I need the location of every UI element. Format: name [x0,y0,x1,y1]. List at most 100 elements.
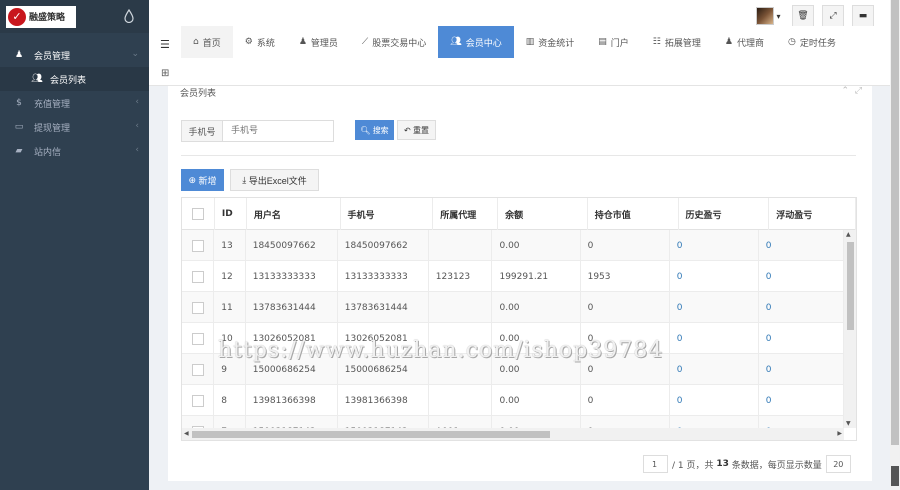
fullscreen-icon[interactable]: ⤢ [822,5,844,27]
gear-icon: ⚙ [244,37,253,47]
row-checkbox[interactable] [191,363,204,376]
sidebar-item-withdraw[interactable]: ▭ 提现管理 ‹ [0,115,149,139]
chevron-left-icon: ‹ [135,145,139,155]
add-button-label: 新增 [198,175,217,186]
search-button[interactable]: 🔍︎ 搜索 [355,120,394,140]
table-cell[interactable]: 0 [759,261,844,292]
sidebar-item-member-management[interactable]: ♟ 会员管理 ⌄ [0,43,149,67]
water-drop-icon[interactable] [124,9,134,23]
person-icon: ♟ [724,37,733,47]
tab-stock-trading[interactable]: ⟋ 股票交易中心 [350,26,438,58]
table-cell[interactable]: 0 [759,230,844,261]
sidebar-item-recharge[interactable]: $ 充值管理 ‹ [0,91,149,115]
sidebar-item-label: 提现管理 [34,123,71,134]
page-size-select[interactable]: 20 [825,455,851,473]
column-header[interactable]: 浮动盈亏 [769,198,856,230]
id-card-icon: ▤ [598,37,607,47]
grid-icon[interactable]: ⊞ [161,68,169,79]
avatar [756,7,774,25]
row-select-cell [182,385,215,416]
logo[interactable]: ✓ 融盛策略 [6,5,76,28]
table-cell[interactable]: 0 [759,354,844,385]
pagination: 1 / 1 页，共 13 条数据，每页显示数量 20 [643,455,851,473]
scroll-right-icon[interactable]: ▶ [837,430,842,437]
reset-button[interactable]: ↶ 重置 [397,120,436,140]
table-cell[interactable]: 0 [670,261,759,292]
window-icon[interactable]: ▬ [852,5,874,27]
table-cell[interactable]: 0 [759,385,844,416]
users-icon: 👥︎ [31,74,43,84]
column-header[interactable]: 手机号 [341,198,434,230]
tab-label: 资金统计 [538,38,575,49]
scroll-down-icon[interactable]: ▼ [846,420,851,427]
member-table: ID 用户名 手机号 所属代理 余额 持仓市值 历史盈亏 浮动盈亏 13 1845… [181,197,857,441]
tab-extension[interactable]: ☷ 拓展管理 [641,26,713,58]
tab-agent[interactable]: ♟ 代理商 [713,26,776,58]
scroll-left-icon[interactable]: ◀ [184,430,189,437]
column-header[interactable]: ID [215,198,247,230]
table-cell[interactable]: 0 [670,292,759,323]
scroll-thumb[interactable] [891,0,899,445]
table-cell: 123123 [429,261,493,292]
tab-member-center[interactable]: 👥︎ 会员中心 [438,26,514,58]
column-header[interactable]: 持仓市值 [588,198,679,230]
row-checkbox[interactable] [191,301,204,314]
column-header[interactable]: 历史盈亏 [679,198,770,230]
row-checkbox[interactable] [191,239,204,252]
vertical-scrollbar[interactable]: ▲ ▼ [844,230,856,428]
phone-input[interactable] [223,120,334,142]
tab-label: 系统 [256,38,275,49]
table-cell [429,292,493,323]
user-menu[interactable]: ▾ [756,5,784,27]
menu-toggle-icon[interactable]: ☰ [160,38,170,51]
table-row[interactable]: 13 18450097662 18450097662 0.00 0 0 0 [182,230,844,261]
column-header[interactable]: 所属代理 [433,198,499,230]
table-cell[interactable]: 0 [759,292,844,323]
tab-portal[interactable]: ▤ 门户 [586,26,641,58]
page-scrollbar[interactable] [890,0,900,490]
table-cell: 13133333333 [246,261,338,292]
export-excel-button[interactable]: ⤓ 导出Excel文件 [230,169,319,191]
sidebar-item-label: 站内信 [34,147,62,158]
column-header[interactable]: 用户名 [247,198,341,230]
add-button[interactable]: ⊕ 新增 [181,169,224,191]
scroll-thumb[interactable] [192,431,550,438]
scroll-up-icon[interactable]: ▲ [846,231,851,238]
horizontal-scrollbar[interactable]: ◀ ▶ [182,428,844,440]
expand-icon[interactable]: ⤢ [855,86,862,96]
watermark: https://www.huzhan.com/ishop39784 [218,338,664,363]
tab-fund-stats[interactable]: ▥ 资金统计 [514,26,587,58]
column-header[interactable]: 余额 [498,198,588,230]
row-checkbox[interactable] [191,332,204,345]
table-cell[interactable]: 0 [670,385,759,416]
undo-icon: ↶ [404,125,411,135]
table-body: 13 18450097662 18450097662 0.00 0 0 0 12 1313333… [182,230,844,440]
export-button-label: 导出Excel文件 [248,175,307,186]
tab-admin[interactable]: ♟ 管理员 [287,26,350,58]
table-cell[interactable]: 0 [670,230,759,261]
table-cell[interactable]: 0 [670,354,759,385]
tab-system[interactable]: ⚙ 系统 [233,26,287,58]
page-number-input[interactable]: 1 [643,455,668,473]
sidebar-item-member-list[interactable]: 👥︎ 会员列表 [0,67,149,91]
table-row[interactable]: 12 13133333333 13133333333 123123 199291.21 1… [182,261,844,292]
row-checkbox[interactable] [191,270,204,283]
table-row[interactable]: 8 13981366398 13981366398 0.00 0 0 0 [182,385,844,416]
chevron-left-icon: ‹ [135,121,139,131]
tab-bar: ☰ ⊞ ⌂ 首页 ⚙ 系统 ♟ 管理员 ⟋ 股票交易中心 👥︎ 会员中心 ▥ 资金统计 ▤ 门… [149,26,890,86]
table-cell: 18450097662 [246,230,338,261]
table-cell[interactable]: 0 [670,323,759,354]
row-select-cell [182,354,215,385]
trash-icon[interactable]: 🗑︎ [792,5,814,27]
collapse-icon[interactable]: ⌃ [842,86,850,96]
tab-scheduled-tasks[interactable]: ◷ 定时任务 [776,26,848,58]
tab-home[interactable]: ⌂ 首页 [181,26,233,58]
table-cell[interactable]: 0 [759,323,844,354]
row-checkbox[interactable] [191,394,204,407]
table-row[interactable]: 11 13783631444 13783631444 0.00 0 0 0 [182,292,844,323]
scroll-thumb[interactable] [847,242,854,330]
sidebar-item-messages[interactable]: ▰ 站内信 ‹ [0,139,149,163]
sidebar-item-label: 会员列表 [50,75,87,86]
sidebar-item-label: 会员管理 [34,51,71,62]
select-all-checkbox[interactable] [191,208,204,220]
